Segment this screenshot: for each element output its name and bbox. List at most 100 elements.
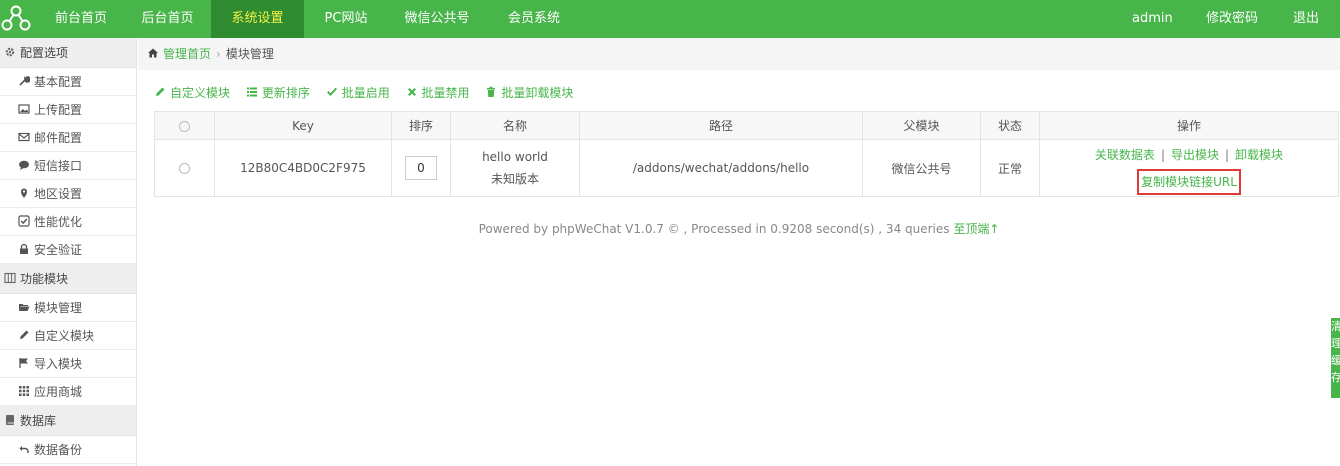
status-badge: 正常 xyxy=(980,139,1040,197)
action-separator: | xyxy=(1160,147,1165,162)
pencil-icon xyxy=(18,329,31,341)
breadcrumb-current: 模块管理 xyxy=(225,47,274,61)
gear-icon xyxy=(4,46,17,58)
sidebar-item-region-settings[interactable]: 地区设置 xyxy=(0,180,136,208)
list-icon xyxy=(246,86,259,98)
clear-cache-tab[interactable]: 清理缓存 xyxy=(1331,318,1340,398)
sidebar-group-label: 功能模块 xyxy=(20,272,69,286)
breadcrumb-home-link[interactable]: 管理首页 xyxy=(163,47,211,61)
uninstall-module-link[interactable]: 卸载模块 xyxy=(1235,148,1283,162)
sidebar-group-label: 配置选项 xyxy=(20,46,69,60)
sidebar-group-label: 数据库 xyxy=(20,414,57,428)
breadcrumb: 管理首页 › 模块管理 xyxy=(138,38,1340,70)
sidebar-item-label: 性能优化 xyxy=(34,215,83,229)
logo-icon[interactable] xyxy=(0,0,32,38)
back-to-top-link[interactable]: 至顶端↑ xyxy=(953,222,999,236)
nav-member-system[interactable]: 会员系统 xyxy=(486,0,582,38)
nav-system-settings[interactable]: 系统设置 xyxy=(211,0,304,38)
column-header-parent: 父模块 xyxy=(862,111,981,140)
sidebar: 配置选项 基本配置 上传配置 邮件配置 短信接口 地区设置 性能优化 安全验证 … xyxy=(0,38,137,466)
sidebar-item-module-management[interactable]: 模块管理 xyxy=(0,294,136,322)
update-order-label: 更新排序 xyxy=(261,86,310,100)
related-tables-link[interactable]: 关联数据表 xyxy=(1095,148,1155,162)
sidebar-item-data-backup[interactable]: 数据备份 xyxy=(0,436,136,464)
sidebar-group-config[interactable]: 配置选项 xyxy=(0,38,136,68)
top-navbar: 前台首页 后台首页 系统设置 PC网站 微信公共号 会员系统 admin 修改密… xyxy=(0,0,1340,38)
column-header-key: Key xyxy=(214,111,392,140)
lock-icon xyxy=(18,243,31,255)
batch-uninstall-button[interactable]: 批量卸载模块 xyxy=(485,83,573,103)
book-icon xyxy=(4,414,17,426)
batch-disable-button[interactable]: 批量禁用 xyxy=(406,83,470,103)
export-module-link[interactable]: 导出模块 xyxy=(1171,148,1219,162)
sidebar-item-label: 短信接口 xyxy=(34,159,83,173)
sidebar-item-label: 基本配置 xyxy=(34,75,83,89)
name-cell: hello world 未知版本 xyxy=(450,139,580,197)
sidebar-item-label: 模块管理 xyxy=(34,301,83,315)
column-header-name: 名称 xyxy=(450,111,580,140)
trash-icon xyxy=(485,86,498,98)
table-row: 12B80C4BD0C2F975 hello world 未知版本 /addon… xyxy=(154,139,1339,197)
order-cell xyxy=(391,139,451,197)
sidebar-item-label: 安全验证 xyxy=(34,243,83,257)
sidebar-item-label: 应用商城 xyxy=(34,385,83,399)
select-all-radio[interactable] xyxy=(179,120,190,132)
sidebar-item-basic-config[interactable]: 基本配置 xyxy=(0,68,136,96)
sidebar-item-performance[interactable]: 性能优化 xyxy=(0,208,136,236)
actions-cell: 关联数据表 | 导出模块 | 卸载模块 复制模块链接URL xyxy=(1039,139,1339,197)
row-select-radio[interactable] xyxy=(179,163,190,174)
envelope-icon xyxy=(18,131,31,143)
sidebar-item-security[interactable]: 安全验证 xyxy=(0,236,136,264)
order-input[interactable] xyxy=(405,156,437,180)
nav-backend-home[interactable]: 后台首页 xyxy=(124,0,211,38)
module-parent: 微信公共号 xyxy=(862,139,981,197)
breadcrumb-separator: › xyxy=(216,47,221,61)
table-header-row: Key 排序 名称 路径 父模块 状态 操作 xyxy=(154,111,1339,140)
check-square-icon xyxy=(18,215,31,227)
batch-enable-label: 批量启用 xyxy=(341,86,390,100)
copy-module-url-link[interactable]: 复制模块链接URL xyxy=(1137,168,1241,195)
logout-link[interactable]: 退出 xyxy=(1293,0,1319,38)
pencil-icon xyxy=(154,86,167,98)
row-select-cell xyxy=(154,139,215,197)
action-separator: | xyxy=(1225,147,1230,162)
nav-frontend-home[interactable]: 前台首页 xyxy=(38,0,124,38)
batch-enable-button[interactable]: 批量启用 xyxy=(326,83,390,103)
sidebar-item-app-store[interactable]: 应用商城 xyxy=(0,378,136,406)
custom-module-button[interactable]: 自定义模块 xyxy=(154,83,230,103)
batch-disable-label: 批量禁用 xyxy=(421,86,470,100)
column-header-actions: 操作 xyxy=(1039,111,1339,140)
select-all-cell xyxy=(154,111,215,140)
nav-wechat-account[interactable]: 微信公共号 xyxy=(388,0,486,38)
action-toolbar: 自定义模块 更新排序 批量启用 批量禁用 批量卸载模块 xyxy=(154,83,585,103)
sidebar-group-modules[interactable]: 功能模块 xyxy=(0,264,136,294)
image-icon xyxy=(18,103,31,115)
sidebar-item-label: 地区设置 xyxy=(34,187,83,201)
sidebar-item-custom-module[interactable]: 自定义模块 xyxy=(0,322,136,350)
home-icon xyxy=(147,47,160,59)
flag-icon xyxy=(18,357,31,369)
module-version: 未知版本 xyxy=(490,172,539,186)
sidebar-item-label: 上传配置 xyxy=(34,103,83,117)
module-name: hello world xyxy=(482,150,548,164)
module-path: /addons/wechat/addons/hello xyxy=(579,139,863,197)
sidebar-item-upload-config[interactable]: 上传配置 xyxy=(0,96,136,124)
map-marker-icon xyxy=(18,187,31,199)
nav-pc-site[interactable]: PC网站 xyxy=(304,0,388,38)
sidebar-item-label: 邮件配置 xyxy=(34,131,83,145)
folder-open-icon xyxy=(18,301,31,313)
sidebar-item-label: 导入模块 xyxy=(34,357,83,371)
update-order-button[interactable]: 更新排序 xyxy=(246,83,310,103)
sidebar-item-import-module[interactable]: 导入模块 xyxy=(0,350,136,378)
sidebar-item-label: 自定义模块 xyxy=(34,329,95,343)
close-icon xyxy=(406,86,419,98)
change-password-link[interactable]: 修改密码 xyxy=(1206,0,1258,38)
module-key: 12B80C4BD0C2F975 xyxy=(214,139,392,197)
sidebar-item-sms-api[interactable]: 短信接口 xyxy=(0,152,136,180)
module-table: Key 排序 名称 路径 父模块 状态 操作 12B80C4BD0C2F975 … xyxy=(154,111,1339,197)
sidebar-item-mail-config[interactable]: 邮件配置 xyxy=(0,124,136,152)
comment-icon xyxy=(18,159,31,171)
custom-module-label: 自定义模块 xyxy=(170,86,231,100)
user-menu[interactable]: admin xyxy=(1132,0,1173,38)
sidebar-group-database[interactable]: 数据库 xyxy=(0,406,136,436)
